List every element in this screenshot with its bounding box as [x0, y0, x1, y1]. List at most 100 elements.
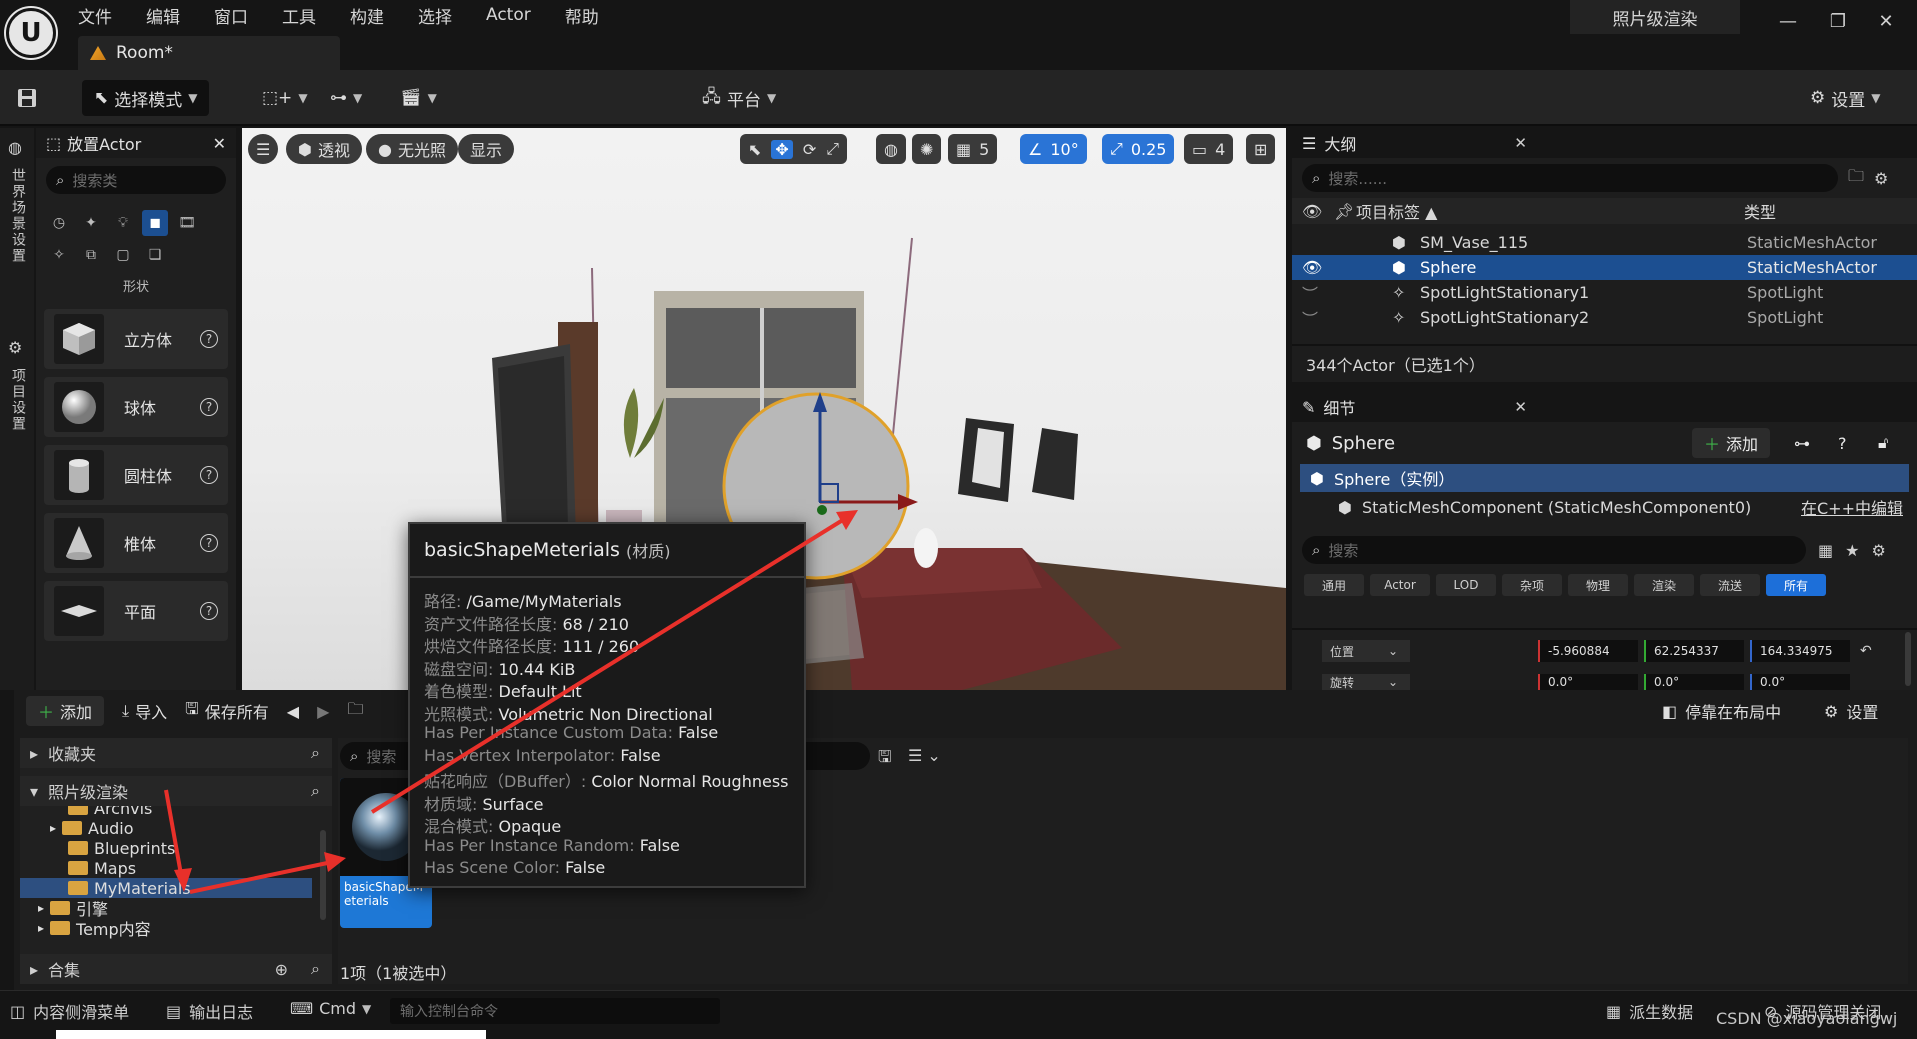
menu-item-help[interactable]: 帮助 [565, 3, 599, 28]
cmd-dropdown[interactable]: ⌨ Cmd ▼ [290, 999, 371, 1018]
location-dropdown[interactable]: 位置 ⌄ [1322, 640, 1410, 662]
basic-icon[interactable]: ✦ [78, 210, 104, 236]
lights-icon[interactable]: 💡︎ [110, 210, 136, 236]
table-view-icon[interactable]: ▦ [1818, 541, 1833, 560]
help-icon[interactable]: ? [1838, 434, 1847, 453]
pin-icon[interactable]: 📌︎ [1334, 202, 1354, 221]
rotation-snap-button[interactable]: ∠ 10° [1020, 134, 1087, 164]
rotation-z-field[interactable]: 0.0° [1750, 674, 1850, 690]
add-component-button[interactable]: ＋ 添加 [1692, 428, 1771, 458]
outliner-row[interactable]: ︶ ✧ SpotLightStationary1 SpotLight [1292, 280, 1917, 305]
surface-snap-button[interactable]: ✺ [912, 134, 942, 164]
location-y-field[interactable]: 62.254337 [1644, 640, 1744, 662]
close-icon[interactable]: ✕ [1514, 398, 1527, 416]
place-actor-search[interactable]: ⌕ 搜索类 [46, 166, 226, 194]
add-actor-button[interactable]: ⬚+ ▼ [262, 80, 308, 116]
component-row[interactable]: ⬢ StaticMeshComponent (StaticMeshCompone… [1300, 494, 1909, 520]
save-all-button[interactable]: 🖫︎ 保存所有 [185, 698, 269, 725]
favorites-section[interactable]: ▸ 收藏夹 ⌕ [20, 738, 332, 768]
close-icon[interactable]: ✕ [1866, 6, 1906, 36]
filter-tab-lod[interactable]: LOD [1436, 574, 1496, 596]
filter-tab-misc[interactable]: 杂项 [1502, 574, 1562, 596]
viewport-layout-button[interactable]: ⊞ [1246, 134, 1276, 164]
gear-icon[interactable]: ⚙ [1874, 169, 1888, 188]
console-input[interactable]: 输入控制台命令 [390, 998, 720, 1024]
menu-item-build[interactable]: 构建 [350, 3, 384, 28]
visibility-hidden-icon[interactable]: ︶ [1302, 281, 1318, 305]
derived-data-button[interactable]: ▦ 派生数据 [1606, 999, 1693, 1023]
menu-item-window[interactable]: 窗口 [214, 3, 248, 28]
help-icon[interactable]: ? [200, 534, 218, 552]
blueprint-icon[interactable]: ⊶ [1794, 434, 1810, 453]
minimize-icon[interactable]: — [1768, 6, 1808, 36]
shape-item-cylinder[interactable]: 圆柱体 ? [44, 445, 228, 505]
reset-icon[interactable]: ↶ [1860, 643, 1872, 659]
close-icon[interactable]: ✕ [213, 134, 226, 153]
camera-speed-button[interactable]: ▭ 4 [1184, 134, 1234, 164]
menu-item-edit[interactable]: 编辑 [146, 3, 180, 28]
filter-tab-physics[interactable]: 物理 [1568, 574, 1628, 596]
filter-tab-rendering[interactable]: 渲染 [1634, 574, 1694, 596]
outliner-search[interactable]: ⌕ 搜索...... [1302, 164, 1838, 192]
outliner-row[interactable]: ︶ ✧ SpotLightStationary2 SpotLight [1292, 305, 1917, 330]
forward-icon[interactable]: ▶ [317, 702, 329, 721]
outliner-row[interactable]: ⬢ SM_Vase_115 StaticMeshActor [1292, 230, 1917, 255]
rotate-tool-icon[interactable]: ⟳ [803, 140, 816, 159]
unreal-logo-icon[interactable]: U [6, 8, 56, 58]
cinematic-icon[interactable]: 🎞︎ [174, 210, 200, 236]
lock-icon[interactable]: 🔓︎ [1878, 433, 1888, 453]
menu-item-tools[interactable]: 工具 [282, 3, 316, 28]
collections-section[interactable]: ▸ 合集 ⊕ ⌕ [20, 954, 332, 984]
level-tab[interactable]: Room* [78, 36, 340, 70]
search-icon[interactable]: ⌕ [311, 743, 320, 763]
tree-folder[interactable]: ▸ Audio [20, 818, 332, 838]
menu-item-select[interactable]: 选择 [418, 3, 452, 28]
world-settings-tab[interactable]: 世界场景设置 [8, 168, 28, 264]
content-settings-button[interactable]: ⚙ 设置 [1824, 699, 1878, 723]
shape-item-cube[interactable]: 立方体 ? [44, 309, 228, 369]
shapes-icon[interactable]: ◼ [142, 210, 168, 236]
details-scrollbar[interactable] [1905, 632, 1911, 686]
details-search[interactable]: ⌕ 搜索 [1302, 536, 1806, 564]
platform-button[interactable]: 🖧︎ 平台 ▼ [702, 80, 776, 116]
column-type[interactable]: 类型 [1744, 199, 1776, 223]
location-x-field[interactable]: -5.960884 [1538, 640, 1638, 662]
search-icon[interactable]: ⌕ [311, 959, 320, 979]
shape-item-sphere[interactable]: 球体 ? [44, 377, 228, 437]
visibility-icon[interactable]: 👁︎ [1302, 202, 1322, 221]
shape-item-cone[interactable]: 椎体 ? [44, 513, 228, 573]
project-root-section[interactable]: ▾ 照片级渲染 ⌕ [20, 776, 332, 806]
dock-in-layout-button[interactable]: ◧ 停靠在布局中 [1662, 699, 1781, 723]
rotation-y-field[interactable]: 0.0° [1644, 674, 1744, 690]
output-log-button[interactable]: ▤ 输出日志 [166, 999, 253, 1023]
add-collection-icon[interactable]: ⊕ [275, 960, 288, 979]
help-icon[interactable]: ? [200, 466, 218, 484]
edit-cpp-link[interactable]: 在C++中编辑 [1801, 495, 1903, 519]
visual-effects-icon[interactable]: ✧ [46, 242, 72, 268]
save-search-icon[interactable]: 🖫︎ [878, 746, 892, 773]
tree-folder[interactable]: ▸ Temp内容 [20, 918, 332, 939]
component-instance-row[interactable]: ⬢ Sphere（实例） [1300, 464, 1909, 492]
import-button[interactable]: ⤓ 导入 [122, 699, 167, 723]
new-folder-icon[interactable]: 🗀︎ [1848, 165, 1864, 192]
rotation-dropdown[interactable]: 旋转 ⌄ [1322, 674, 1410, 690]
scale-tool-icon[interactable]: ⤢ [826, 139, 839, 159]
cinematics-button[interactable]: 🎬︎ ▼ [400, 80, 437, 116]
filter-tab-all[interactable]: 所有 [1766, 574, 1826, 596]
move-tool-icon[interactable]: ✥ [771, 139, 793, 159]
view-mode-button[interactable]: ● 无光照 [366, 134, 458, 164]
location-z-field[interactable]: 164.334975 [1750, 640, 1850, 662]
settings-button[interactable]: ⚙ 设置 ▼ [1810, 80, 1880, 116]
menu-item-file[interactable]: 文件 [78, 3, 112, 28]
restore-icon[interactable]: ❐ [1818, 6, 1858, 36]
volumes-icon[interactable]: ▢ [110, 242, 136, 268]
content-drawer-button[interactable]: ◫ 内容侧滑菜单 [10, 999, 129, 1023]
recent-icon[interactable]: ◷ [46, 210, 72, 236]
show-button[interactable]: 显示 [458, 134, 515, 164]
menu-item-actor[interactable]: Actor [486, 5, 531, 25]
perspective-button[interactable]: ⬢ 透视 [286, 134, 362, 164]
filter-tab-actor[interactable]: Actor [1370, 574, 1430, 596]
visibility-icon[interactable]: 👁︎ [1302, 258, 1322, 277]
visibility-hidden-icon[interactable]: ︶ [1302, 306, 1318, 330]
add-button[interactable]: ＋ 添加 [26, 696, 105, 726]
